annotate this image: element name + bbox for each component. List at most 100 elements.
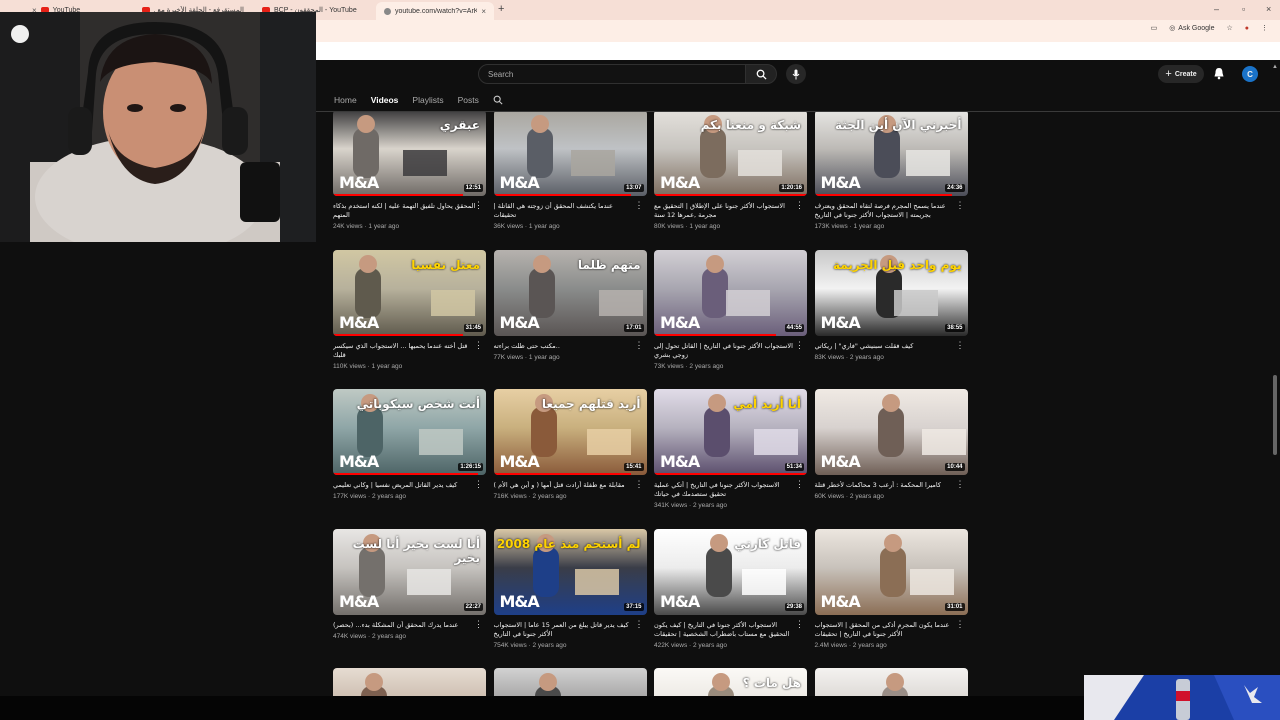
more-options-icon[interactable]: ⋮ <box>635 480 644 489</box>
video-card[interactable]: أنا أريد أمي M&A 51:34 الاستجواب الأكثر جنو… <box>654 389 807 509</box>
video-card[interactable]: M&A 31:01 عندما يكون المجرم أذكى من المحقق… <box>814 528 968 649</box>
search-button[interactable] <box>745 64 777 84</box>
more-options-icon[interactable]: ⋮ <box>795 201 804 210</box>
more-options-icon[interactable]: ⋮ <box>956 201 965 210</box>
video-card[interactable]: أخبرني الآن أين الجثة M&A 24:36 عندما يسمح … <box>814 112 968 230</box>
more-options-icon[interactable]: ⋮ <box>795 480 804 489</box>
video-title[interactable]: كيف يدير قاتل يبلغ من العمر 15 عاما | ال… <box>494 621 637 639</box>
video-card[interactable]: معتل نفسيا M&A 31:45 قتل أخته عندما يحميها … <box>333 249 486 370</box>
video-thumbnail[interactable]: M&A 31:01 <box>814 528 968 615</box>
video-card[interactable]: هل مات ؟ <box>654 668 807 696</box>
browser-tab-active[interactable]: youtube.com/watch?v=ArK9fy... × <box>376 2 494 20</box>
menu-dots-icon[interactable]: ⋮ <box>1261 24 1268 32</box>
more-options-icon[interactable]: ⋮ <box>635 619 644 628</box>
video-title[interactable]: كاميرا المحكمة : أرعب 3 محاكمات لأخطر قت… <box>815 481 958 490</box>
video-card[interactable]: لم أستحم منذ عام 2008 M&A 37:15 كيف يدير قا… <box>493 528 647 649</box>
voice-search-button[interactable] <box>786 64 806 84</box>
video-thumbnail[interactable] <box>333 668 486 696</box>
sponsor-banner <box>1084 675 1280 720</box>
video-title[interactable]: الاستجواب الأكثر جنونا في التاريخ | القا… <box>654 342 797 360</box>
omnibox-actions: ▭ ◎ Ask Google ☆ ● ⋮ <box>1151 24 1268 33</box>
video-thumbnail[interactable]: أنا لست بخير أنا لست بخير M&A 22:27 <box>333 528 486 615</box>
video-thumbnail[interactable]: متهم ظلما M&A 17:01 <box>493 249 647 336</box>
video-thumbnail[interactable]: M&A 44:55 <box>654 249 807 336</box>
video-card[interactable]: متهم ظلما M&A 17:01 ..مكتب حتى ظلت براءته 77… <box>493 249 647 361</box>
tab-videos[interactable]: Videos <box>371 95 399 105</box>
more-options-icon[interactable]: ⋮ <box>956 340 965 349</box>
more-options-icon[interactable]: ⋮ <box>956 480 965 489</box>
channel-search-icon[interactable] <box>493 95 503 105</box>
tab-posts[interactable]: Posts <box>458 95 479 105</box>
new-tab-icon[interactable]: + <box>498 3 504 15</box>
tab-home[interactable]: Home <box>334 95 357 105</box>
create-button[interactable]: + Create <box>1158 65 1204 83</box>
video-thumbnail[interactable]: أخبرني الآن أين الجثة M&A 24:36 <box>814 112 968 196</box>
ask-google-button[interactable]: ◎ Ask Google <box>1169 24 1214 33</box>
video-card[interactable]: M&A 13:07 عندما يكتشف المحقق أن زوجته هي ا… <box>493 112 647 230</box>
video-card[interactable]: عبقري M&A 12:51 المحقق يحاول تلفيق التهمة ع… <box>333 112 486 230</box>
video-title[interactable]: كيف يدير القاتل المريض نفسيا | وكاني تعل… <box>333 481 476 490</box>
more-options-icon[interactable]: ⋮ <box>795 340 804 349</box>
video-title[interactable]: كيف فقلت سبنيشي "فاري" | ريكاتي <box>815 342 958 351</box>
video-thumbnail[interactable]: أنا أريد أمي M&A 51:34 <box>654 389 807 475</box>
more-options-icon[interactable]: ⋮ <box>474 340 483 349</box>
video-card[interactable]: أنت شخص سيكوباتي M&A 1:26:15 كيف يدير القات… <box>333 389 486 500</box>
video-views: 474K views · 2 years ago <box>333 632 406 640</box>
notifications-bell-icon[interactable] <box>1213 67 1225 80</box>
extension-icon[interactable]: ● <box>1245 25 1249 32</box>
video-thumbnail[interactable]: شبكة و منعنا بكم M&A 1:20:16 <box>654 112 807 196</box>
more-options-icon[interactable]: ⋮ <box>795 619 804 628</box>
video-title[interactable]: قتل أخته عندما يحميها ... الاستجواب الذي… <box>333 342 476 360</box>
video-card[interactable]: M&A 44:55 الاستجواب الأكثر جنونا في التاري… <box>654 249 807 370</box>
video-title[interactable]: عندما يكون المجرم أذكى من المحقق | الاست… <box>815 621 958 639</box>
search-input[interactable]: Search <box>478 64 746 84</box>
more-options-icon[interactable]: ⋮ <box>474 480 483 489</box>
video-thumbnail[interactable]: أريد قتلهم جميعا M&A 15:41 <box>493 389 647 475</box>
video-card[interactable]: أريد قتلهم جميعا M&A 15:41 مقابلة مع طفلة أ… <box>493 389 647 500</box>
video-thumbnail[interactable]: عبقري M&A 12:51 <box>333 112 486 196</box>
video-title[interactable]: المحقق يحاول تلفيق التهمة عليه | لكنه اس… <box>333 202 476 220</box>
more-options-icon[interactable]: ⋮ <box>635 201 644 210</box>
more-options-icon[interactable]: ⋮ <box>474 201 483 210</box>
video-card[interactable]: شبكة و منعنا بكم M&A 1:20:16 الاستجواب الأك… <box>654 112 807 230</box>
video-thumbnail[interactable]: لم أستحم منذ عام 2008 M&A 37:15 <box>493 528 647 615</box>
video-card[interactable]: يوم واحد قبل الجريمة M&A 38:55 كيف فقلت سبن… <box>814 249 968 361</box>
close-window-icon[interactable]: × <box>1266 4 1271 14</box>
video-thumbnail[interactable]: M&A 13:07 <box>493 112 647 196</box>
maximize-icon[interactable]: ▫ <box>1242 4 1245 14</box>
video-title[interactable]: الاستجواب الأكثر جنونا في التاريخ | كيف … <box>654 621 797 639</box>
video-card[interactable]: M&A 10:44 كاميرا المحكمة : أرعب 3 محاكمات … <box>814 389 968 500</box>
video-card[interactable]: أنا لست بخير أنا لست بخير M&A 22:27 عندما ي… <box>333 528 486 640</box>
close-icon[interactable]: × <box>481 7 486 16</box>
video-title[interactable]: مقابلة مع طفلة أرادت قتل أمها ( و أين هي… <box>494 481 637 490</box>
video-card[interactable] <box>493 668 647 696</box>
video-title[interactable]: الاستجواب الأكثر جنونا على الإطلاق | الت… <box>654 202 797 220</box>
page-scrollbar[interactable] <box>1273 375 1277 455</box>
cast-icon[interactable]: ▭ <box>1151 24 1158 32</box>
video-title[interactable]: عندما يكتشف المحقق أن زوجته هي القاتلة |… <box>494 202 637 220</box>
video-title[interactable]: عندما يدرك المحقق أن المشكلة بدء... (بحص… <box>333 621 476 630</box>
video-thumbnail[interactable] <box>814 668 968 696</box>
video-thumbnail[interactable]: قاتل كارتي M&A 29:38 <box>654 528 807 615</box>
more-options-icon[interactable]: ⋮ <box>635 340 644 349</box>
video-title[interactable]: الاستجواب الأكثر جنونا في التاريخ | أتكي… <box>654 481 797 499</box>
video-card[interactable] <box>814 668 968 696</box>
video-title[interactable]: ..مكتب حتى ظلت براءته <box>494 342 637 351</box>
video-thumbnail[interactable]: يوم واحد قبل الجريمة M&A 38:55 <box>814 249 968 336</box>
video-card[interactable]: قاتل كارتي M&A 29:38 الاستجواب الأكثر جنونا… <box>654 528 807 649</box>
tab-playlists[interactable]: Playlists <box>412 95 443 105</box>
video-thumbnail[interactable]: هل مات ؟ <box>654 668 807 696</box>
video-title[interactable]: عندما يسمح المجرم فرصة لتقاه المحقق ويعت… <box>815 202 958 220</box>
scroll-up-icon[interactable]: ▲ <box>1272 64 1278 70</box>
bookmark-star-icon[interactable]: ☆ <box>1226 24 1232 32</box>
more-options-icon[interactable]: ⋮ <box>474 619 483 628</box>
more-options-icon[interactable]: ⋮ <box>956 619 965 628</box>
minimize-icon[interactable]: – <box>1214 4 1219 14</box>
video-thumbnail[interactable] <box>493 668 647 696</box>
video-thumbnail[interactable]: أنت شخص سيكوباتي M&A 1:26:15 <box>333 389 486 475</box>
video-meta: الاستجواب الأكثر جنونا على الإطلاق | الت… <box>654 196 807 231</box>
video-card[interactable] <box>333 668 486 696</box>
account-avatar[interactable]: C <box>1242 66 1258 82</box>
video-thumbnail[interactable]: معتل نفسيا M&A 31:45 <box>333 249 486 336</box>
video-thumbnail[interactable]: M&A 10:44 <box>814 389 968 475</box>
